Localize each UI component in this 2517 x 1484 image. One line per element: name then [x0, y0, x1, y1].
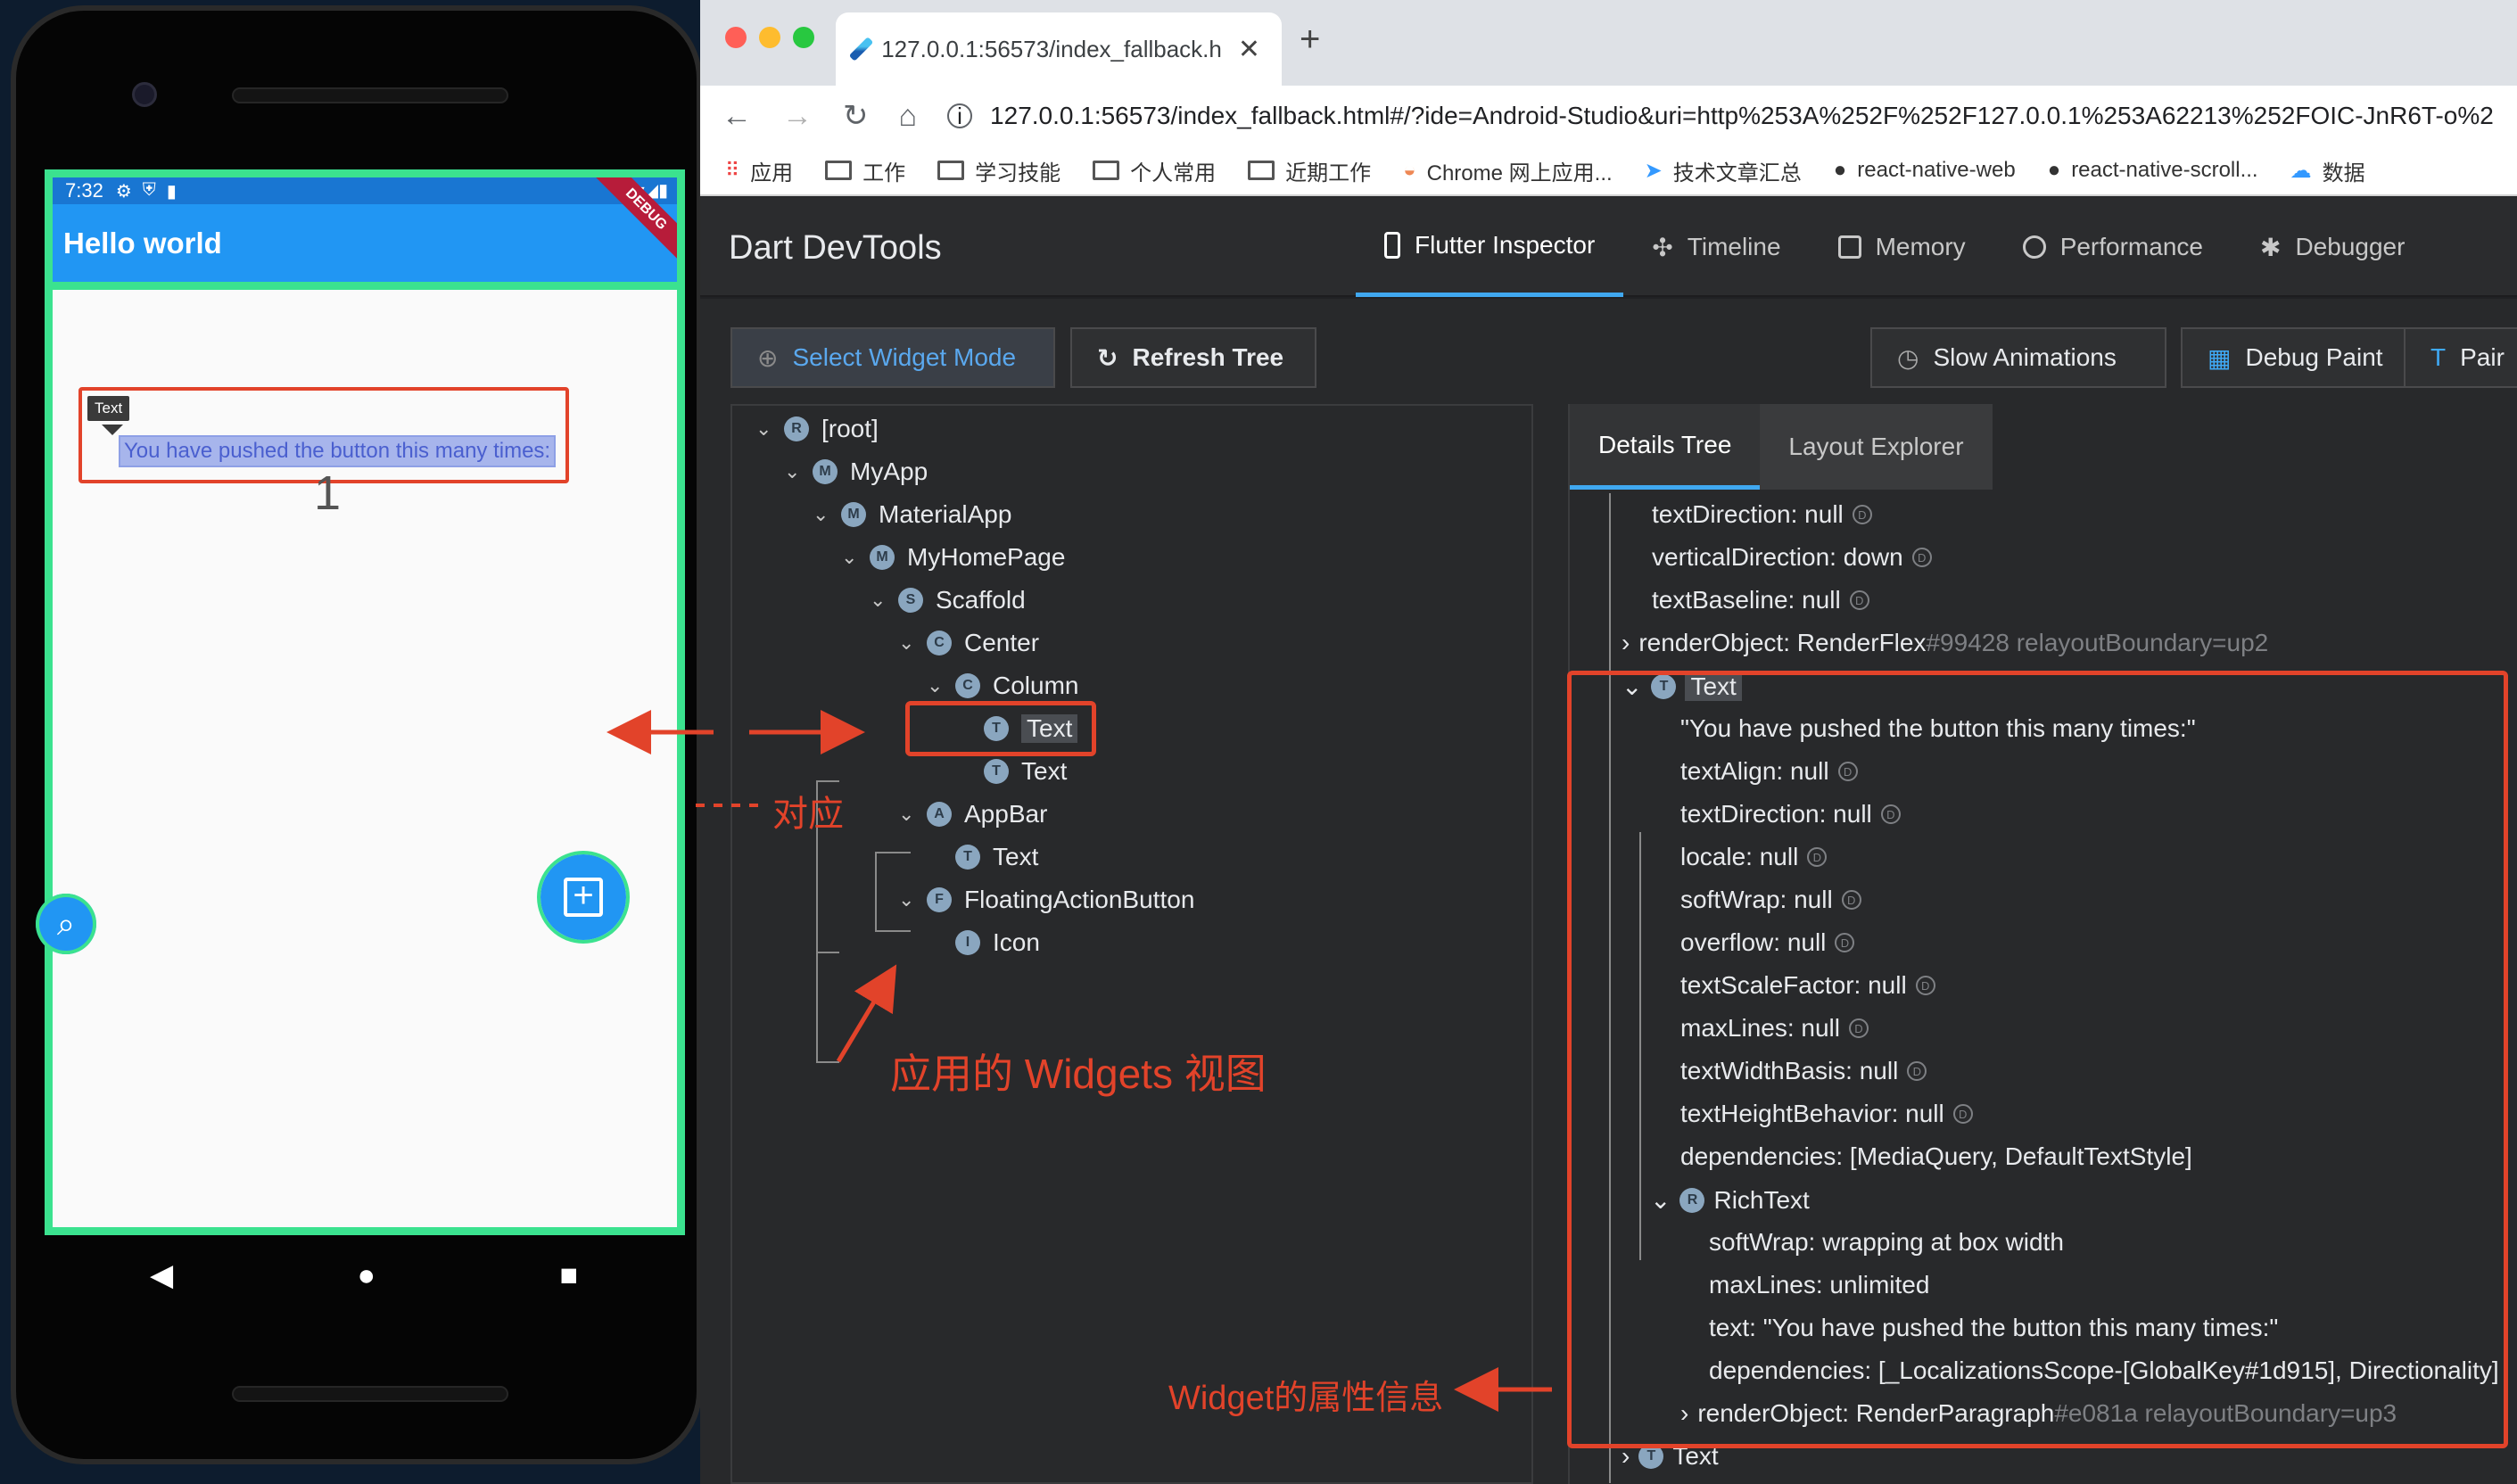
arrow-to-widget-tree [836, 964, 897, 1063]
annotation-arrows [607, 710, 1552, 1412]
annotation-widgets-view: 应用的 Widgets 视图 [890, 1051, 1267, 1097]
annotation-widget-props: Widget的属性信息 [1168, 1380, 1444, 1417]
annotation-correspond: 对应 [772, 795, 844, 834]
